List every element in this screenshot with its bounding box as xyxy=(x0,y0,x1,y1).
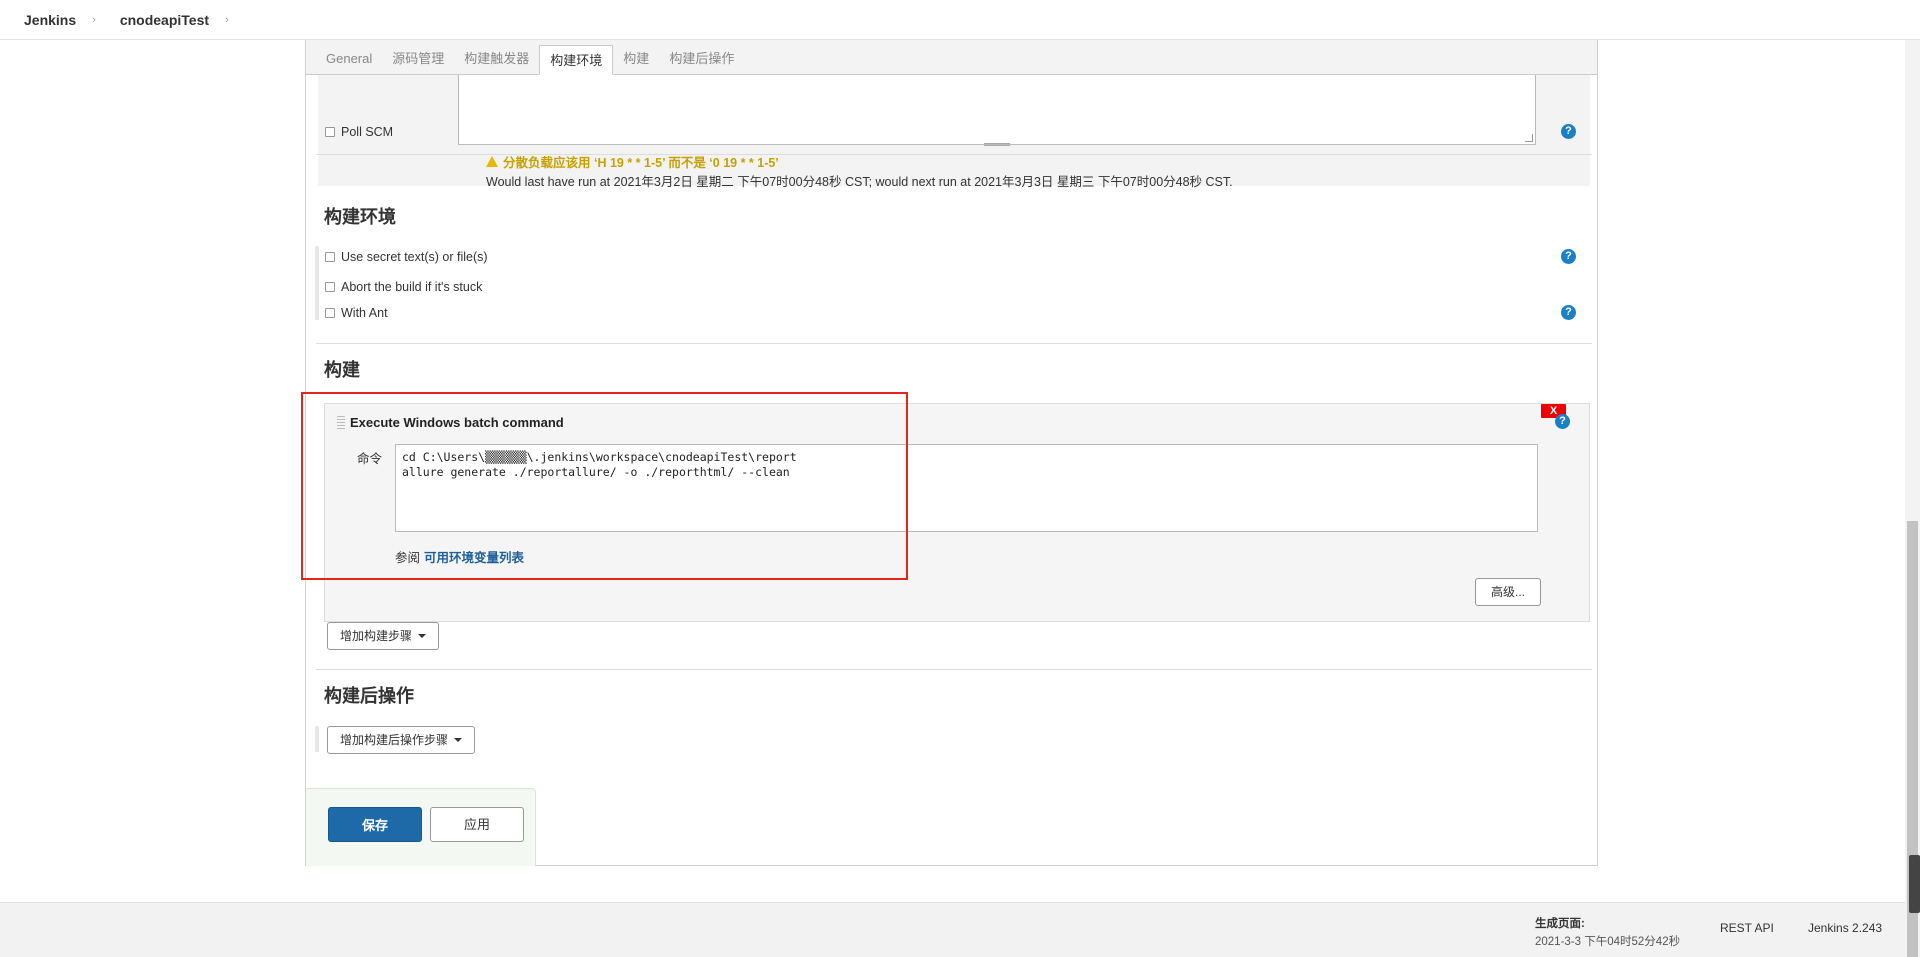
add-build-step-label: 增加构建步骤 xyxy=(340,629,413,643)
tab-general[interactable]: General xyxy=(316,44,382,74)
tab-triggers[interactable]: 构建触发器 xyxy=(454,44,539,74)
abort-stuck-option[interactable]: Abort the build if it's stuck xyxy=(325,280,482,294)
tab-post-build[interactable]: 构建后操作 xyxy=(659,44,744,74)
apply-button[interactable]: 应用 xyxy=(430,807,524,842)
add-post-build-step-button[interactable]: 增加构建后操作步骤 xyxy=(327,726,476,754)
breadcrumb: Jenkins › cnodeapiTest › xyxy=(0,0,1920,40)
tab-build[interactable]: 构建 xyxy=(613,44,659,74)
rest-api-link[interactable]: REST API xyxy=(1720,921,1774,935)
help-icon[interactable]: ? xyxy=(1561,249,1576,264)
side-widget[interactable] xyxy=(1909,855,1920,913)
page-footer: 生成页面: 2021-3-3 下午04时52分42秒 REST API Jenk… xyxy=(0,902,1920,957)
chevron-right-icon: › xyxy=(225,13,229,26)
config-tabbar: General 源码管理 构建触发器 构建环境 构建 构建后操作 xyxy=(306,40,1597,75)
command-label: 命令 xyxy=(357,452,383,466)
divider xyxy=(316,669,1592,670)
resize-grip-icon[interactable] xyxy=(1525,134,1533,142)
caret-down-icon xyxy=(454,738,463,742)
divider xyxy=(316,154,1592,155)
schedule-textarea[interactable] xyxy=(458,75,1536,146)
config-panel: General 源码管理 构建触发器 构建环境 构建 构建后操作 分散负载应该用… xyxy=(305,40,1598,866)
drag-handle-icon[interactable] xyxy=(337,416,345,429)
poll-scm-option[interactable]: Poll SCM xyxy=(325,125,393,139)
advanced-button[interactable]: 高级... xyxy=(1475,578,1541,606)
build-step-title: Execute Windows batch command xyxy=(350,415,564,430)
breadcrumb-jenkins[interactable]: Jenkins xyxy=(0,12,92,28)
poll-scm-checkbox[interactable] xyxy=(325,127,335,137)
section-title-post-build: 构建后操作 xyxy=(324,686,414,706)
secret-text-checkbox[interactable] xyxy=(325,252,335,262)
help-icon[interactable]: ? xyxy=(1561,124,1576,139)
tab-scm[interactable]: 源码管理 xyxy=(382,44,454,74)
form-actions-bar: 保存 应用 xyxy=(306,788,536,866)
abort-stuck-label: Abort the build if it's stuck xyxy=(341,280,483,294)
resize-handle-icon[interactable] xyxy=(984,143,1010,146)
poll-scm-label: Poll SCM xyxy=(341,125,394,139)
add-build-step-button[interactable]: 增加构建步骤 xyxy=(327,622,440,650)
see-label: 参阅 xyxy=(395,551,421,565)
command-textarea[interactable]: cd C:\Users\▒▒▒▒▒▒\.jenkins\workspace\cn… xyxy=(395,444,1538,532)
jenkins-version-link[interactable]: Jenkins 2.243 xyxy=(1808,921,1882,935)
divider xyxy=(316,343,1592,344)
with-ant-label: With Ant xyxy=(341,306,388,320)
help-icon[interactable]: ? xyxy=(1555,414,1570,429)
schedule-section: 分散负载应该用 ‘H 19 * * 1-5’ 而不是 ‘0 19 * * 1-5… xyxy=(318,75,1590,189)
warning-icon xyxy=(486,156,498,167)
section-leftbar xyxy=(315,246,319,320)
help-icon[interactable]: ? xyxy=(1561,305,1576,320)
generated-label: 生成页面: xyxy=(1535,918,1585,930)
add-post-build-step-label: 增加构建后操作步骤 xyxy=(340,733,449,747)
caret-down-icon xyxy=(418,634,427,638)
env-vars-link[interactable]: 可用环境变量列表 xyxy=(424,551,524,565)
with-ant-option[interactable]: With Ant xyxy=(325,306,388,320)
section-title-build: 构建 xyxy=(324,360,360,380)
section-leftbar xyxy=(315,726,319,752)
breadcrumb-project[interactable]: cnodeapiTest xyxy=(96,12,225,28)
schedule-info: Would last have run at 2021年3月2日 星期二 下午0… xyxy=(486,175,1233,189)
build-step-windows-batch: Execute Windows batch command X ? 命令 cd … xyxy=(324,403,1590,622)
abort-stuck-checkbox[interactable] xyxy=(325,282,335,292)
save-button[interactable]: 保存 xyxy=(328,807,422,842)
with-ant-checkbox[interactable] xyxy=(325,308,335,318)
section-title-build-env: 构建环境 xyxy=(324,207,396,227)
env-vars-note: 参阅 可用环境变量列表 xyxy=(395,547,524,566)
vertical-scrollbar[interactable] xyxy=(1905,40,1920,957)
tab-build-env[interactable]: 构建环境 xyxy=(539,45,614,75)
generated-time: 2021-3-3 下午04时52分42秒 xyxy=(1535,936,1681,948)
secret-text-option[interactable]: Use secret text(s) or file(s) xyxy=(325,250,488,264)
secret-text-label: Use secret text(s) or file(s) xyxy=(341,250,488,264)
